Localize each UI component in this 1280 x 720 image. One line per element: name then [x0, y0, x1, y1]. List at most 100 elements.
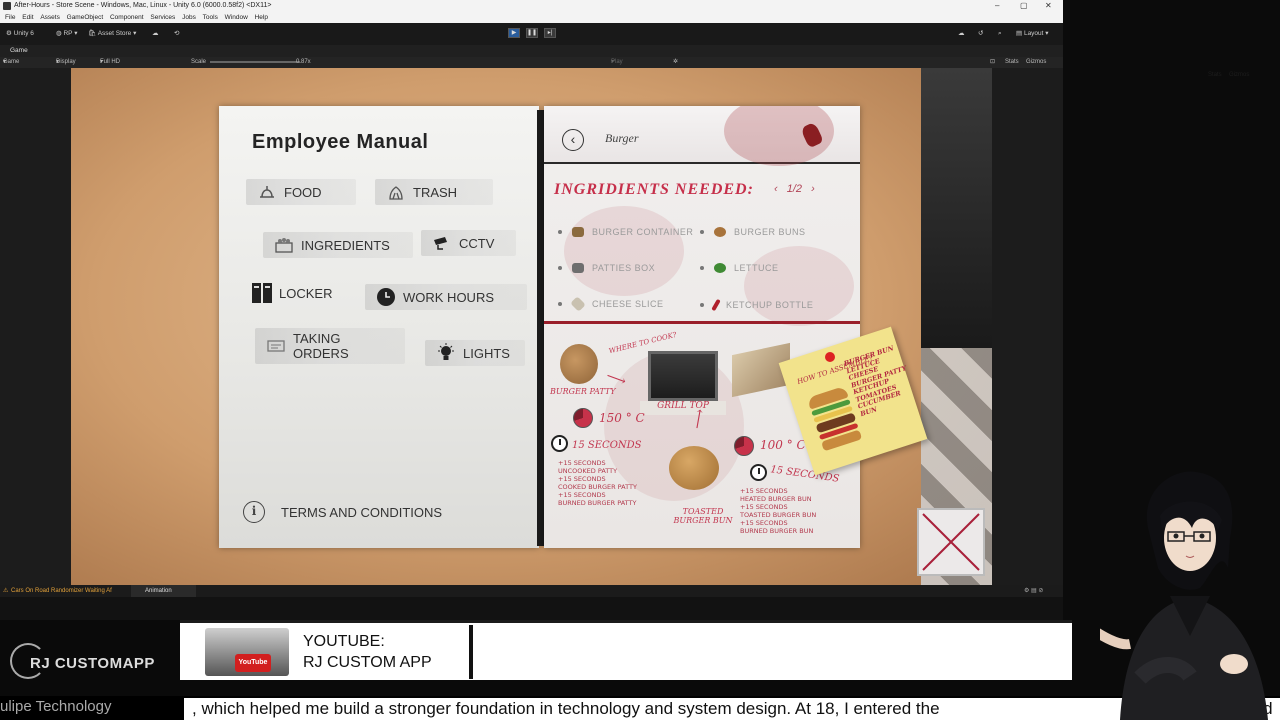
account-button[interactable]: ⚙ Unity 6 — [6, 30, 34, 38]
patties-box-icon — [572, 263, 584, 273]
burger-patty-label: BURGER PATTY — [550, 387, 616, 396]
account-label: Unity 6 — [13, 30, 34, 37]
pause-button[interactable]: ❚❚ — [526, 28, 538, 38]
window-title-bar: After-Hours - Store Scene - Windows, Mac… — [0, 0, 1063, 12]
info-icon: i — [243, 501, 265, 523]
youtube-logo-icon: YouTube — [235, 654, 271, 672]
ingredients-heading: INGRIDIENTS NEEDED: — [554, 181, 754, 198]
manual-right-page: ‹ Burger INGRIDIENTS NEEDED: ‹ 1/2 › BUR… — [544, 106, 860, 548]
maximize-view-icon[interactable]: ⊡ — [990, 57, 995, 68]
stats-button[interactable]: Stats — [1005, 57, 1019, 68]
ingredients-icon — [273, 235, 295, 255]
menu-edit[interactable]: Edit — [22, 14, 33, 21]
terms-and-conditions-link[interactable]: i TERMS AND CONDITIONS — [243, 501, 442, 523]
next-page-button[interactable]: › — [805, 183, 821, 195]
menu-bar: File Edit Assets GameObject Component Se… — [0, 12, 1063, 23]
ticker-left-text: ulipe Technology — [0, 698, 112, 715]
ingredient-item: BURGER CONTAINER — [558, 227, 693, 237]
menu-help[interactable]: Help — [255, 14, 268, 21]
prev-page-button[interactable]: ‹ — [768, 183, 784, 195]
bullet — [700, 266, 704, 270]
menu-jobs[interactable]: Jobs — [182, 14, 196, 21]
burger-patty-image — [560, 344, 598, 384]
display-dropdown[interactable]: Display 1 ▾ — [56, 57, 76, 76]
settings-gear-icon[interactable]: ✲ — [673, 57, 678, 68]
manual-item-ingredients[interactable]: INGREDIENTS — [263, 232, 413, 258]
resolution-dropdown[interactable]: Full HD (1920x1080) ▾ — [100, 57, 134, 76]
manual-item-lights[interactable]: LIGHTS — [425, 340, 525, 366]
status-bar: ⚠ Cars On Road Randomizer Waiting Af Ani… — [0, 585, 1063, 597]
menu-assets[interactable]: Assets — [40, 14, 60, 21]
menu-tools[interactable]: Tools — [203, 14, 218, 21]
ticker-text: , which helped me build a stronger found… — [184, 698, 1226, 720]
orders-icon — [265, 336, 287, 356]
console-warning-text[interactable]: Cars On Road Randomizer Waiting Af — [11, 585, 112, 597]
clock-icon — [375, 287, 397, 307]
layout-dropdown[interactable]: ▤ Layout ▾ — [1016, 30, 1049, 38]
manual-item-label: TRASH — [413, 184, 458, 200]
close-window-button[interactable]: ✕ — [1045, 0, 1052, 12]
dark-wall — [921, 68, 992, 348]
manual-item-label: CCTV — [459, 235, 495, 251]
ingredient-name: CHEESE SLICE — [592, 299, 664, 309]
minimize-button[interactable]: – — [995, 0, 999, 12]
burger-container-icon — [572, 227, 584, 237]
logo-text: RJ CUSTOMAPP — [30, 655, 155, 672]
gizmos-button[interactable]: Gizmos — [1026, 57, 1046, 68]
manual-item-taking-orders[interactable]: TAKING ORDERS — [255, 328, 405, 364]
layout-label: Layout — [1023, 30, 1044, 37]
game-mode-dropdown[interactable]: Game ▾ — [3, 57, 19, 68]
game-tab-label: Game — [10, 47, 28, 54]
page-indicator: 1/2 — [786, 183, 803, 195]
menu-component[interactable]: Component — [110, 14, 144, 21]
search-icon[interactable]: ⌕ — [998, 30, 1002, 38]
manual-item-label: TAKING ORDERS — [293, 331, 349, 361]
ingredient-item: PATTIES BOX — [558, 263, 655, 273]
play-focused-dropdown[interactable]: Play Focused ▾ — [611, 57, 634, 76]
services-icon[interactable]: ☁ — [958, 30, 965, 38]
scale-slider[interactable] — [210, 61, 300, 63]
cloud-icon[interactable]: ☁ — [152, 30, 159, 38]
ingredient-name: BURGER CONTAINER — [592, 227, 694, 237]
manual-item-locker[interactable]: LOCKER — [241, 280, 351, 306]
close-manual-button[interactable] — [917, 508, 985, 576]
asset-store-button[interactable]: 🛍 Asset Store ▾ — [88, 30, 136, 38]
patty-steps: +15 SECONDS UNCOOKED PATTY +15 SECONDS C… — [558, 459, 637, 507]
push-pin-icon — [825, 352, 835, 362]
manual-item-cctv[interactable]: CCTV — [421, 230, 516, 256]
collab-icon[interactable]: ⟲ — [174, 30, 179, 38]
step-button[interactable]: ▸| — [544, 28, 556, 38]
menu-gameobject[interactable]: GameObject — [67, 14, 104, 21]
play-button[interactable]: ▶ — [508, 28, 520, 38]
bullet — [700, 230, 704, 234]
manual-item-food[interactable]: FOOD — [246, 179, 356, 205]
game-mode-label: Game — [3, 59, 20, 65]
manual-item-trash[interactable]: TRASH — [375, 179, 493, 205]
menu-services[interactable]: Services — [150, 14, 175, 21]
history-icon[interactable]: ↺ — [978, 30, 983, 38]
menu-window[interactable]: Window — [225, 14, 248, 21]
scale-value: 0.87x — [296, 59, 311, 65]
youtube-banner: YouTube YOUTUBE: RJ CUSTOM APP — [180, 620, 1072, 680]
animation-tab[interactable]: Animation — [131, 585, 196, 597]
burger-bun-image — [669, 446, 719, 490]
manual-item-work-hours[interactable]: WORK HOURS — [365, 284, 527, 310]
food-icon — [256, 182, 278, 202]
menu-file[interactable]: File — [5, 14, 15, 21]
youtube-line-2: RJ CUSTOM APP — [303, 654, 432, 671]
window-title: After-Hours - Store Scene - Windows, Mac… — [14, 2, 272, 9]
game-tab[interactable]: Game — [0, 45, 1063, 57]
maximize-button[interactable]: ▢ — [1020, 0, 1028, 12]
rp-button[interactable]: ◍ RP ▾ — [56, 30, 77, 38]
bullet — [558, 302, 562, 306]
ingredient-name: KETCHUP BOTTLE — [726, 300, 814, 310]
rp-label: RP — [63, 30, 73, 37]
warning-icon: ⚠ — [3, 588, 9, 594]
ingredient-item: LETTUCE — [700, 263, 779, 273]
screen: After-Hours - Store Scene - Windows, Mac… — [0, 0, 1280, 720]
burger-buns-icon — [714, 227, 726, 237]
back-button[interactable]: ‹ — [562, 129, 584, 151]
lower-panel — [0, 597, 1063, 620]
trash-icon — [385, 182, 407, 202]
manual-item-label: INGREDIENTS — [301, 237, 390, 253]
